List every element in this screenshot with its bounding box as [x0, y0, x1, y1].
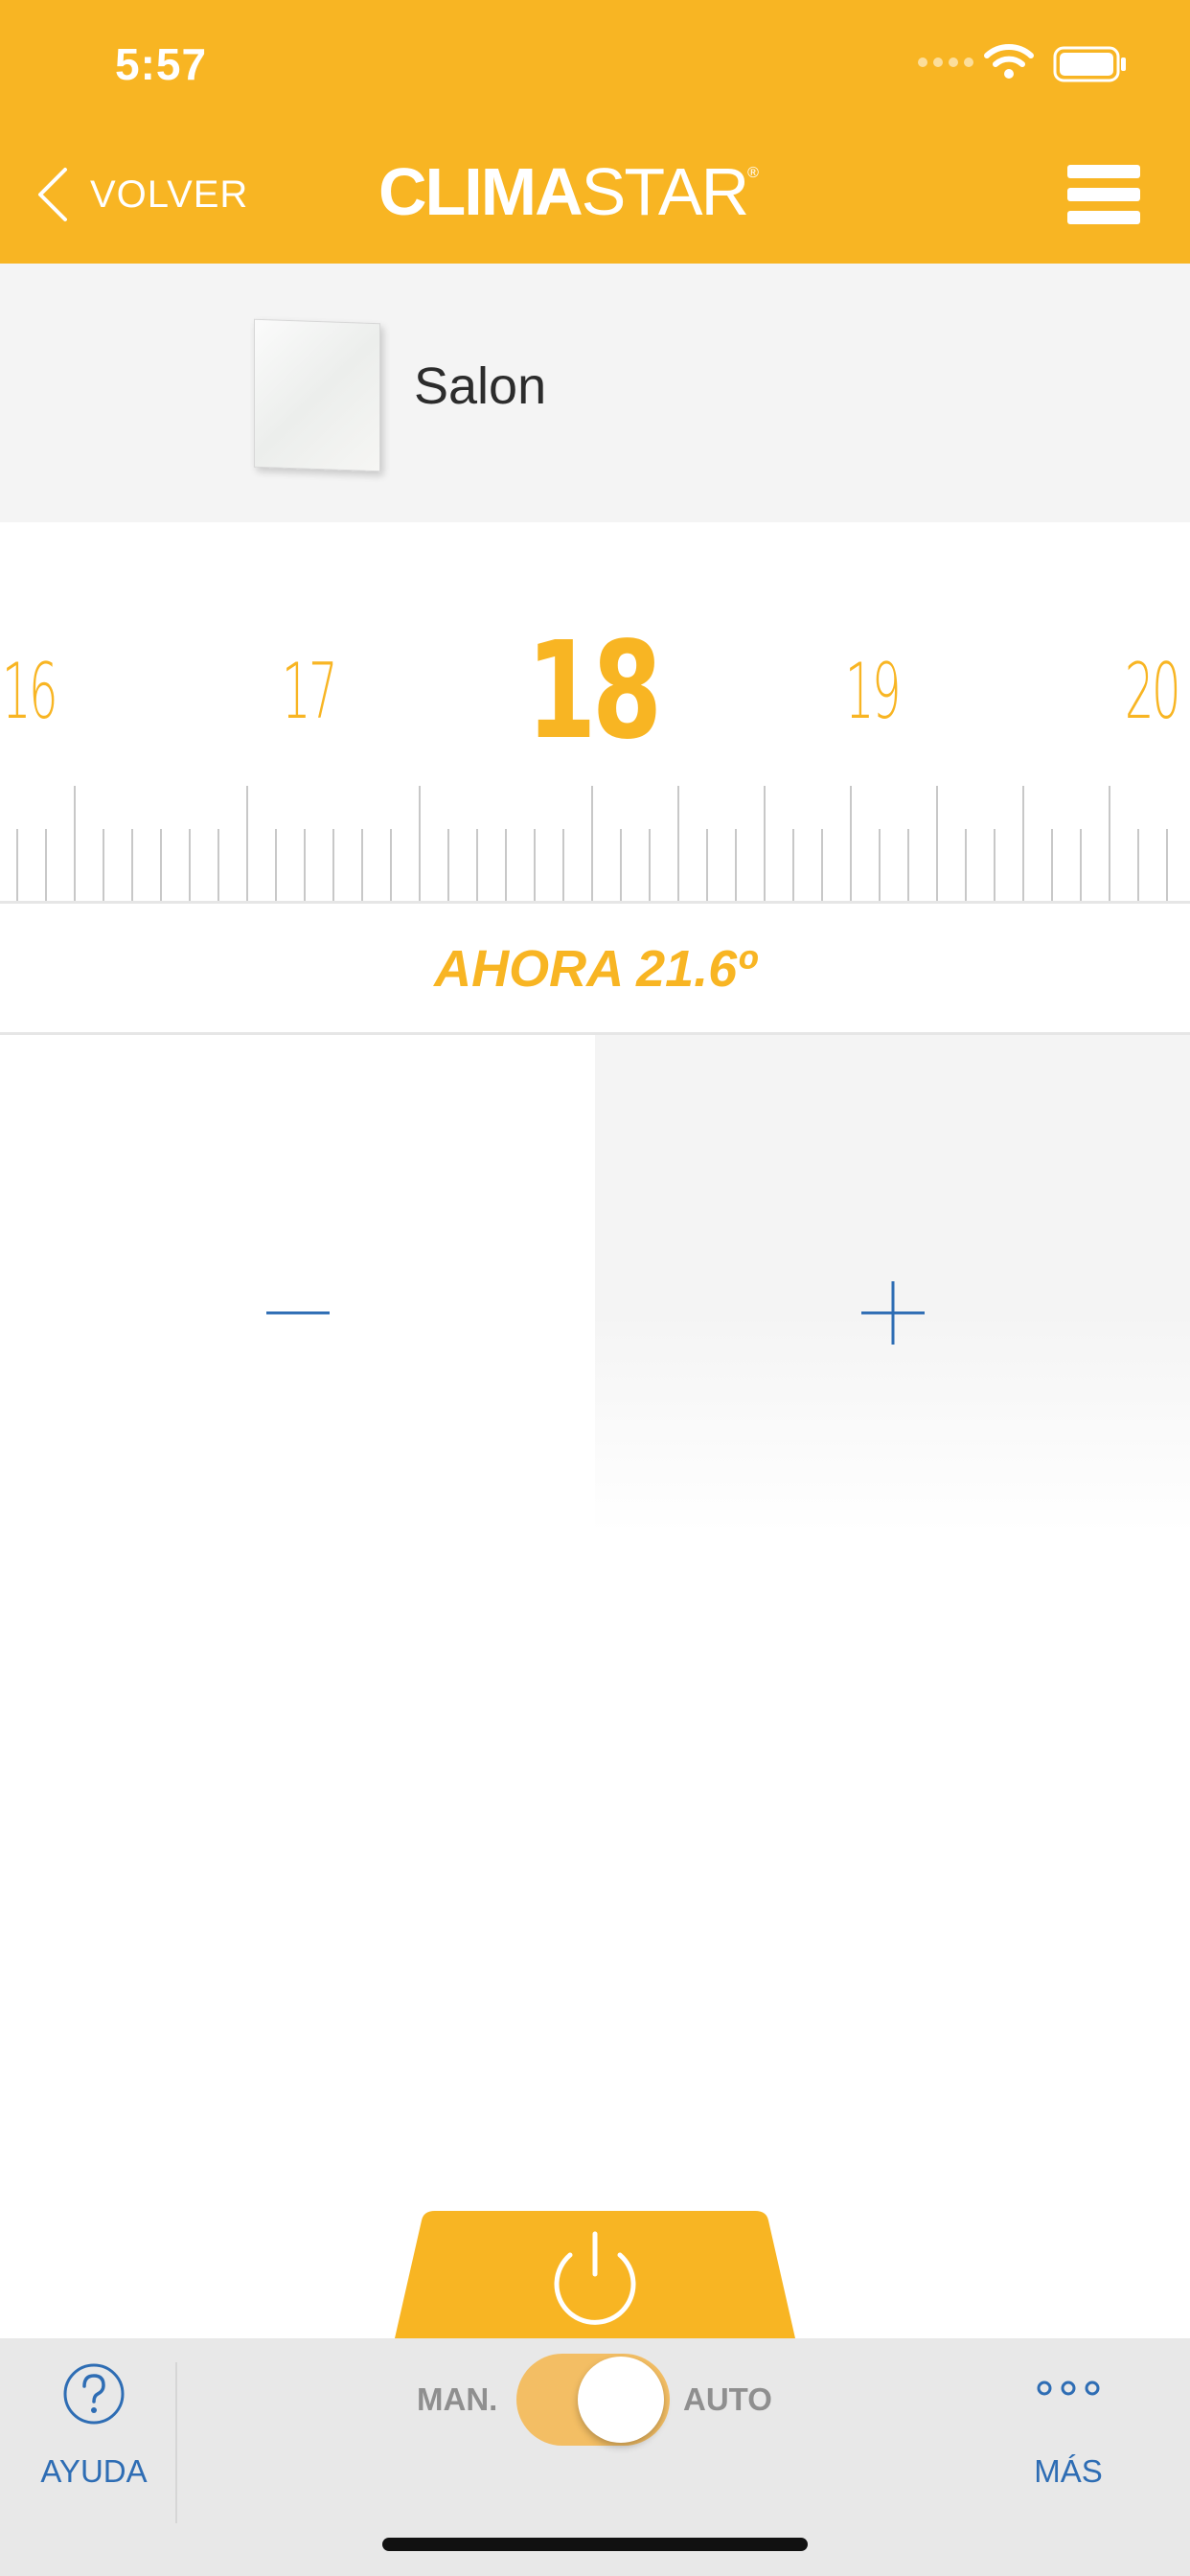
wifi-icon — [984, 44, 1034, 79]
mode-auto-label: AUTO — [683, 2381, 772, 2417]
app-logo: CLIMASTAR® — [378, 153, 759, 230]
ruler-ticks — [16, 786, 1168, 901]
back-label: VOLVER — [90, 172, 249, 216]
home-indicator[interactable] — [382, 2538, 808, 2551]
menu-icon-bar — [1067, 165, 1140, 178]
help-label: AYUDA — [40, 2453, 148, 2489]
question-circle-icon — [63, 2363, 125, 2425]
more-label: MÁS — [1034, 2453, 1103, 2489]
plus-icon — [861, 1281, 925, 1345]
mode-toggle[interactable] — [516, 2354, 670, 2446]
temperature-ruler[interactable]: 16 17 18 19 20 — [0, 522, 1190, 906]
device-row[interactable]: Salon — [0, 264, 1190, 522]
mode-manual-label: MAN. — [417, 2381, 498, 2417]
decrease-temperature-button[interactable] — [0, 1035, 595, 1533]
menu-icon-bar — [1067, 188, 1140, 201]
chevron-left-icon — [38, 168, 67, 221]
logo-light-text: STAR — [581, 154, 749, 229]
current-temperature: AHORA 21.6º — [0, 906, 1190, 1035]
cellular-signal-icon — [918, 58, 973, 67]
menu-button[interactable] — [1064, 161, 1140, 228]
more-dots-icon — [1037, 2380, 1100, 2396]
help-button[interactable]: AYUDA — [0, 2338, 177, 2530]
battery-icon — [1053, 46, 1126, 82]
more-button[interactable]: MÁS — [996, 2338, 1140, 2530]
logo-bold-text: CLIMA — [378, 154, 584, 229]
increase-temperature-button[interactable] — [595, 1035, 1190, 1533]
back-button[interactable]: VOLVER — [34, 161, 248, 228]
power-button[interactable] — [393, 2209, 797, 2338]
toolbar-divider — [175, 2362, 177, 2523]
heater-panel-image — [254, 318, 380, 472]
status-time: 5:57 — [115, 39, 208, 89]
app-header: 5:57 VOLVER CLIMASTAR® — [0, 0, 1190, 264]
logo-registered-mark: ® — [747, 165, 759, 181]
mode-toggle-knob[interactable] — [578, 2357, 664, 2443]
ruler-baseline — [0, 901, 1190, 904]
device-name: Salon — [414, 357, 547, 415]
minus-icon — [266, 1311, 330, 1315]
menu-icon-bar — [1067, 211, 1140, 224]
